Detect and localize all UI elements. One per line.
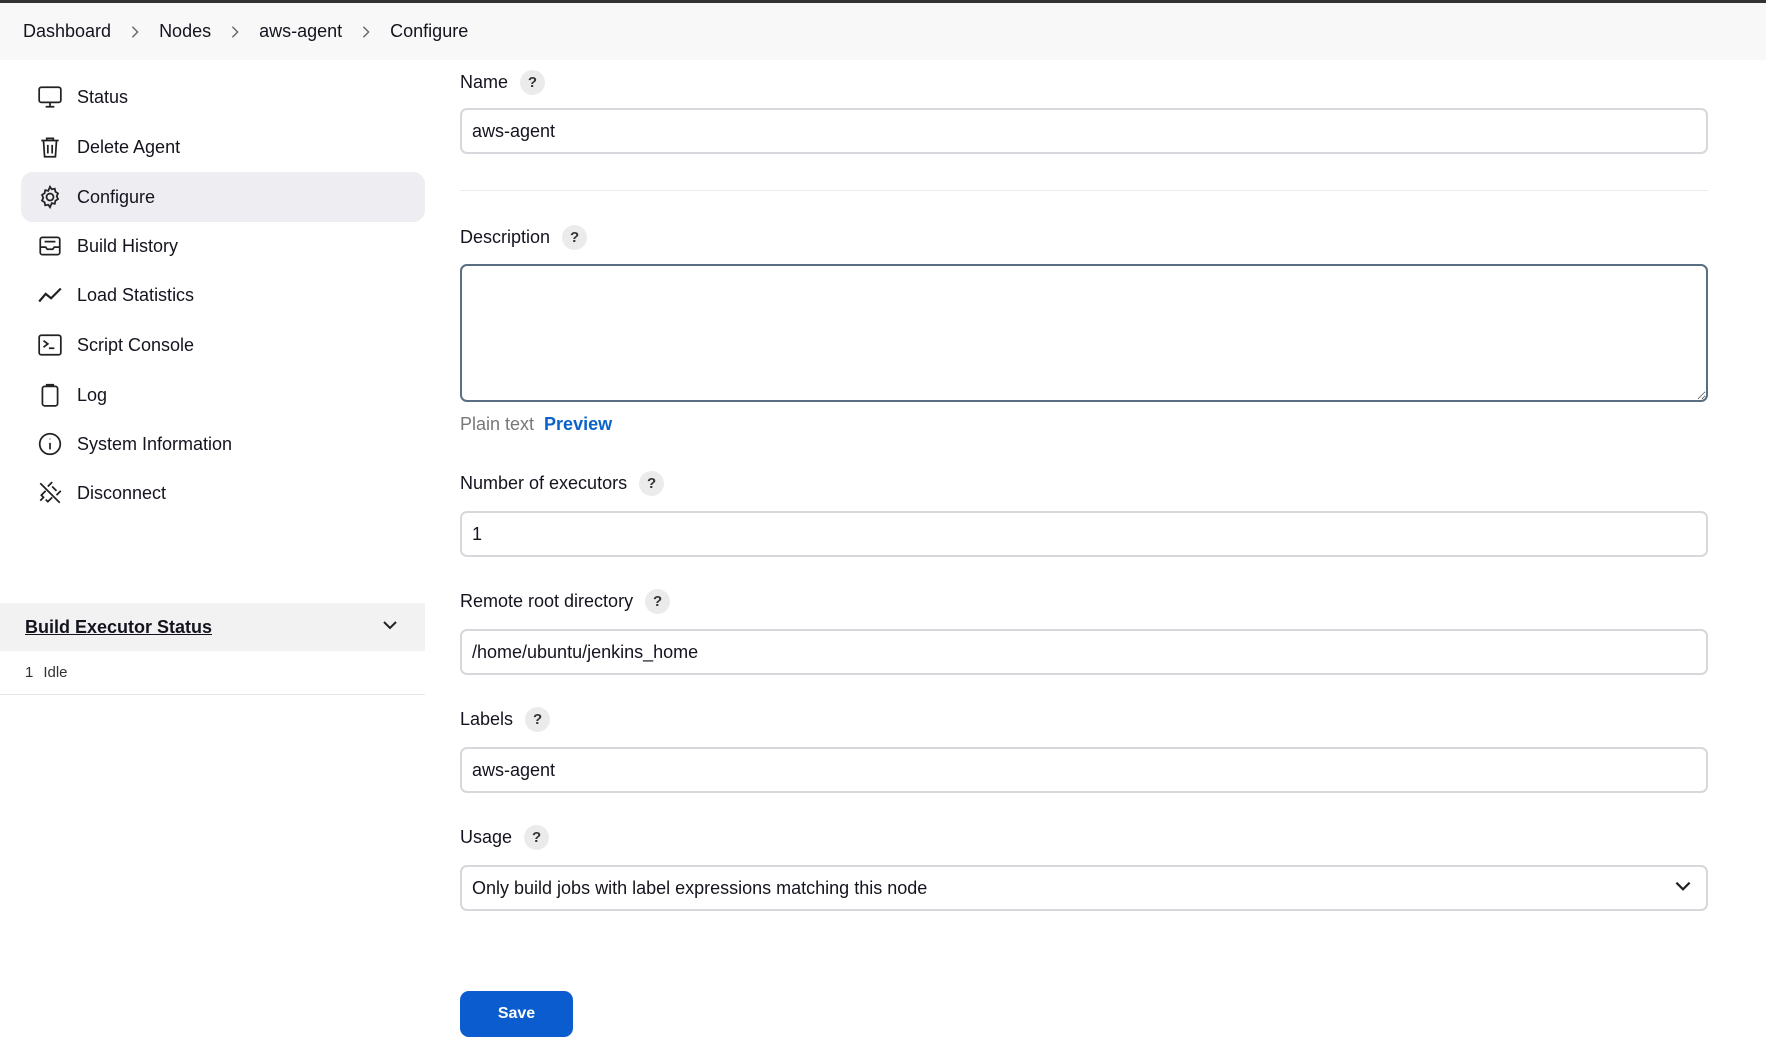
sidebar-item-script-console[interactable]: Script Console: [21, 320, 425, 370]
sidebar-item-label: Delete Agent: [77, 136, 181, 157]
sidebar-item-label: Log: [77, 384, 108, 405]
usage-help-icon[interactable]: ?: [524, 825, 550, 850]
preview-link[interactable]: Preview: [544, 414, 612, 435]
name-input[interactable]: [460, 108, 1708, 154]
inbox-icon: [36, 232, 64, 260]
divider: [460, 190, 1708, 191]
sidebar-item-status[interactable]: Status: [21, 72, 425, 122]
usage-selected-value: Only build jobs with label expressions m…: [472, 877, 928, 898]
build-executor-status-header[interactable]: Build Executor Status: [0, 603, 425, 651]
clipboard-icon: [36, 381, 64, 409]
labels-label: Labels ?: [460, 707, 551, 732]
name-help-icon[interactable]: ?: [520, 70, 546, 95]
sidebar-item-label: Disconnect: [77, 482, 167, 503]
breadcrumb-aws-agent[interactable]: aws-agent: [259, 21, 342, 42]
executors-help-icon[interactable]: ?: [639, 471, 665, 496]
sidebar-item-configure[interactable]: Configure: [21, 172, 425, 222]
chevron-down-icon[interactable]: [380, 615, 400, 640]
description-format-row: Plain text Preview: [460, 414, 612, 435]
chevron-right-icon: [128, 25, 142, 39]
description-label-text: Description: [460, 227, 551, 247]
gear-icon: [36, 183, 64, 211]
unplug-icon: [36, 479, 64, 507]
sidebar-item-label: Status: [77, 86, 129, 107]
sidebar-item-log[interactable]: Log: [21, 370, 425, 420]
build-executor-status-title[interactable]: Build Executor Status: [25, 617, 212, 638]
remote-root-help-icon[interactable]: ?: [645, 589, 671, 614]
executors-label: Number of executors ?: [460, 471, 665, 496]
sidebar-item-build-history[interactable]: Build History: [21, 221, 425, 271]
info-icon: [36, 430, 64, 458]
executor-number: 1: [25, 664, 34, 681]
sidebar-item-disconnect[interactable]: Disconnect: [21, 468, 425, 518]
executor-row: 1 Idle: [0, 651, 425, 695]
format-plain-text: Plain text: [460, 414, 535, 434]
description-textarea[interactable]: [460, 264, 1708, 402]
breadcrumb-nodes[interactable]: Nodes: [159, 21, 211, 42]
labels-help-icon[interactable]: ?: [525, 707, 551, 732]
executors-input[interactable]: [460, 511, 1708, 557]
sidebar-item-label: Load Statistics: [77, 284, 195, 305]
chevron-right-icon: [228, 25, 242, 39]
usage-label: Usage ?: [460, 825, 550, 850]
sidebar-item-label: Build History: [77, 235, 179, 256]
remote-root-label-text: Remote root directory: [460, 591, 634, 611]
trash-icon: [36, 133, 64, 161]
remote-root-label: Remote root directory ?: [460, 589, 671, 614]
labels-label-text: Labels: [460, 709, 514, 729]
sidebar-item-load-statistics[interactable]: Load Statistics: [21, 270, 425, 320]
name-label-text: Name: [460, 72, 509, 92]
description-help-icon[interactable]: ?: [562, 225, 588, 250]
save-button[interactable]: Save: [460, 991, 573, 1037]
line-chart-icon: [36, 281, 64, 309]
monitor-icon: [36, 83, 64, 111]
labels-input[interactable]: [460, 747, 1708, 793]
sidebar-item-label: Configure: [77, 186, 156, 207]
breadcrumb: Dashboard Nodes aws-agent Configure: [0, 3, 1766, 60]
breadcrumb-configure[interactable]: Configure: [390, 21, 468, 42]
chevron-down-icon: [1672, 875, 1694, 902]
sidebar-item-label: System Information: [77, 433, 233, 454]
usage-select[interactable]: Only build jobs with label expressions m…: [460, 865, 1708, 911]
sidebar-item-system-information[interactable]: System Information: [21, 419, 425, 469]
terminal-icon: [36, 331, 64, 359]
sidebar-item-label: Script Console: [77, 334, 195, 355]
name-label: Name ?: [460, 70, 546, 95]
description-label: Description ?: [460, 225, 588, 250]
sidebar-item-delete-agent[interactable]: Delete Agent: [21, 122, 425, 172]
usage-label-text: Usage: [460, 827, 513, 847]
remote-root-input[interactable]: [460, 629, 1708, 675]
breadcrumb-dashboard[interactable]: Dashboard: [23, 21, 111, 42]
chevron-right-icon: [359, 25, 373, 39]
executor-state: Idle: [43, 664, 68, 681]
executors-label-text: Number of executors: [460, 473, 628, 493]
